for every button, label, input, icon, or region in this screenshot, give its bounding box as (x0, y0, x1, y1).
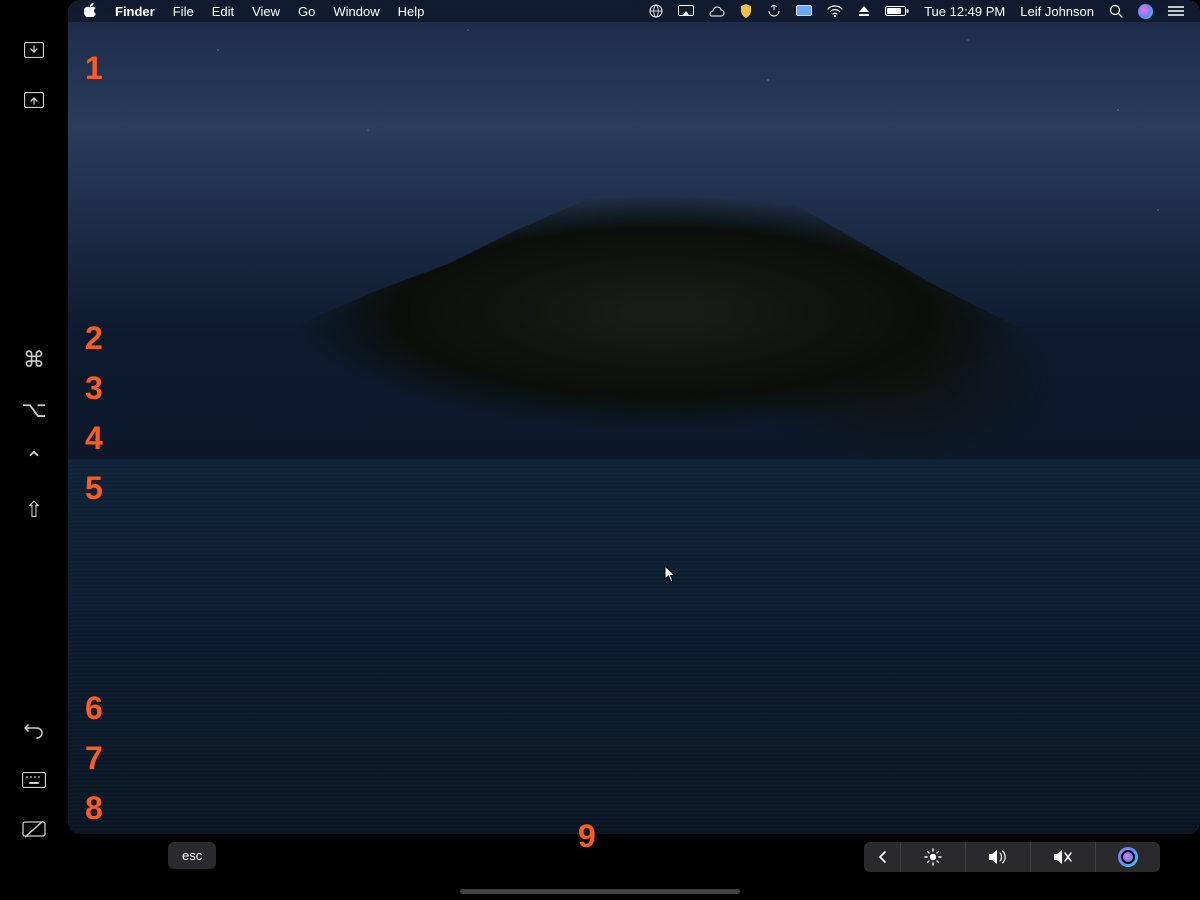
touchbar-mute-button[interactable] (1030, 842, 1095, 872)
macos-menubar: Finder File Edit View Go Window Help Tue… (68, 0, 1200, 22)
annotation-3: 3 (85, 370, 103, 407)
annotation-2: 2 (85, 320, 103, 357)
menubar-edit[interactable]: Edit (212, 4, 234, 19)
siri-icon (1118, 847, 1138, 867)
annotation-4: 4 (85, 420, 103, 457)
menubar-window[interactable]: Window (333, 4, 379, 19)
undo-icon[interactable] (14, 710, 54, 750)
menubar-screenmirror-icon[interactable] (678, 5, 694, 17)
touchbar-expand-button[interactable] (864, 842, 900, 872)
touchbar-volume-button[interactable] (965, 842, 1030, 872)
esc-key-button[interactable]: esc (168, 842, 216, 869)
menubar-clock[interactable]: Tue 12:49 PM (924, 4, 1005, 19)
annotation-9: 9 (578, 818, 596, 855)
menubar-help[interactable]: Help (398, 4, 425, 19)
menubar-shield-icon[interactable] (740, 4, 752, 18)
disconnect-display-icon[interactable] (14, 810, 54, 850)
annotation-5: 5 (85, 470, 103, 507)
menubar-file[interactable]: File (173, 4, 194, 19)
menubar-creativecloud-icon[interactable] (709, 5, 725, 17)
menubar-go[interactable]: Go (298, 4, 315, 19)
annotation-6: 6 (85, 690, 103, 727)
home-indicator[interactable] (460, 889, 740, 894)
menubar-battery-icon[interactable] (885, 5, 909, 17)
upload-from-ipad-icon[interactable] (14, 80, 54, 120)
remote-desktop-view[interactable]: Finder File Edit View Go Window Help Tue… (68, 0, 1200, 834)
menubar-view[interactable]: View (252, 4, 280, 19)
menubar-extra-globe-icon[interactable] (649, 4, 663, 18)
option-key-icon[interactable]: ⌥ (14, 390, 54, 430)
download-to-ipad-icon[interactable] (14, 30, 54, 70)
menubar-notification-icon[interactable] (1168, 5, 1184, 17)
annotation-8: 8 (85, 790, 103, 827)
cursor-pointer-icon (664, 565, 678, 588)
menubar-username[interactable]: Leif Johnson (1020, 4, 1094, 19)
menubar-sync-icon[interactable] (767, 4, 781, 18)
control-key-icon[interactable]: ⌃ (14, 440, 54, 480)
menubar-display-icon[interactable] (796, 5, 812, 17)
menubar-spotlight-icon[interactable] (1109, 4, 1123, 18)
menubar-wifi-icon[interactable] (827, 5, 843, 17)
annotation-1: 1 (85, 50, 103, 87)
touchbar-siri-button[interactable] (1095, 842, 1160, 872)
touchbar-control-strip (864, 842, 1160, 872)
keyboard-icon[interactable] (14, 760, 54, 800)
sidecar-sidebar: ⌘ ⌥ ⌃ ⇧ (0, 0, 68, 900)
menubar-app-name[interactable]: Finder (115, 4, 155, 19)
command-key-icon[interactable]: ⌘ (14, 340, 54, 380)
menubar-siri-icon[interactable] (1138, 4, 1153, 19)
apple-menu-icon[interactable] (84, 3, 97, 20)
shift-key-icon[interactable]: ⇧ (14, 490, 54, 530)
touchbar-brightness-button[interactable] (900, 842, 965, 872)
menubar-eject-icon[interactable] (858, 5, 870, 17)
annotation-7: 7 (85, 740, 103, 777)
